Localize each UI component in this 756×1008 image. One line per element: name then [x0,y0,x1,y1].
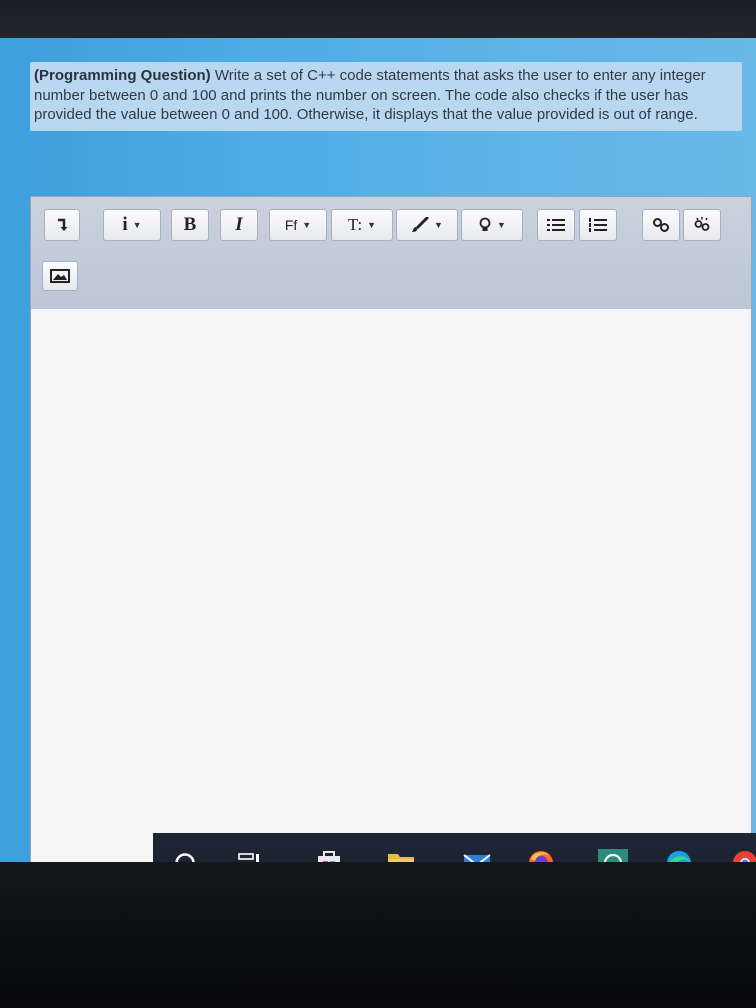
bold-label: B [183,214,197,235]
insert-link-button[interactable] [642,209,680,241]
paragraph-format-label: i [122,214,128,235]
lightbulb-icon [479,217,491,231]
question-lead: (Programming Question) [34,67,211,84]
numbered-list-icon [589,218,607,232]
question-text: (Programming Question) Write a set of C+… [30,62,742,131]
italic-button[interactable]: I [220,209,258,241]
remove-link-button[interactable] [683,209,721,241]
bold-button[interactable]: B [171,209,209,241]
rich-text-editor: i ▼ B I Ff ▼ T: ▼ ▼ ▼ [30,196,752,864]
editor-toolbar: i ▼ B I Ff ▼ T: ▼ ▼ ▼ [31,197,751,310]
windows-taskbar [153,833,756,864]
font-size-button[interactable]: T: ▼ [331,209,393,241]
paragraph-format-button[interactable]: i ▼ [103,209,161,241]
chevron-down-icon: ▼ [302,220,312,230]
image-icon [50,269,70,283]
insert-button[interactable]: ▼ [461,209,523,241]
chevron-down-icon: ▼ [367,220,377,230]
unordered-list-button[interactable] [537,209,575,241]
italic-label: I [235,214,243,235]
monitor-bezel-top [0,0,756,42]
insert-image-button[interactable] [42,261,78,291]
chevron-down-icon: ▼ [497,220,506,230]
text-color-button[interactable]: ▼ [396,209,458,241]
font-size-label: T: [347,215,363,234]
chevron-down-icon: ▼ [132,220,142,230]
font-family-button[interactable]: Ff ▼ [269,209,327,241]
font-family-label: Ff [284,217,298,233]
editor-content-area[interactable] [31,309,751,864]
expand-toolbar-button[interactable] [44,209,80,241]
chevron-down-icon: ▼ [434,220,443,230]
screen: (Programming Question) Write a set of C+… [0,38,756,864]
paint-brush-icon [412,217,429,232]
unlink-icon [694,217,710,231]
ordered-list-button[interactable] [579,209,617,241]
arrow-down-turn-icon [58,218,68,231]
monitor-bezel-bottom [0,862,756,1008]
link-icon [653,218,669,232]
bullet-list-icon [547,219,565,231]
